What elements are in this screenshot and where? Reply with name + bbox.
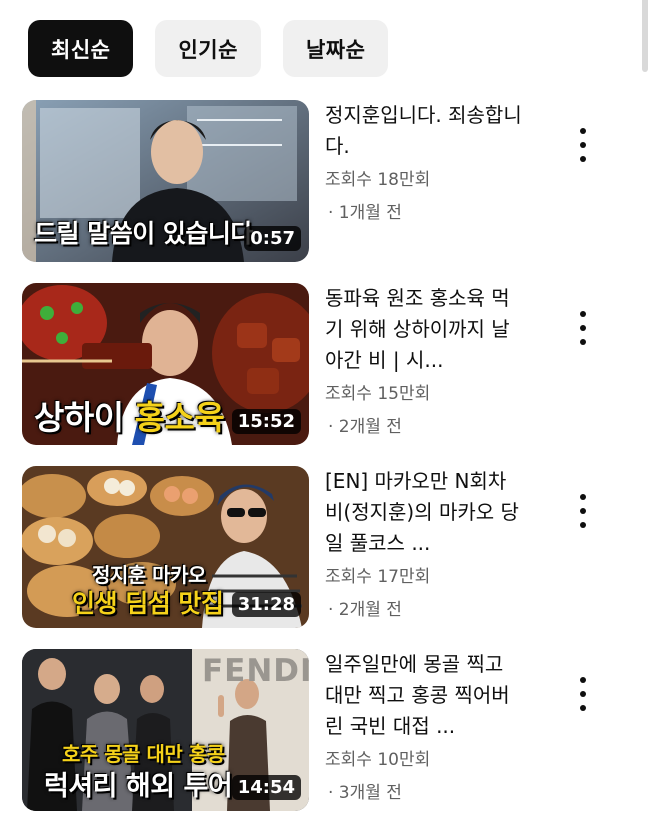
thumbnail-text-highlight: 인생 딤섬 맛집	[72, 589, 224, 618]
view-count: 조회수 18만회	[325, 170, 431, 190]
upload-date: · 2개월 전	[328, 417, 402, 437]
video-info: 동파육 원조 홍소육 먹기 위해 상하이까지 날아간 비 | 시... 조회수 …	[325, 283, 525, 437]
video-title[interactable]: 동파육 원조 홍소육 먹기 위해 상하이까지 날아간 비 | 시...	[325, 283, 525, 376]
video-item[interactable]: FENDI 호주 몽골 대만 홍콩 럭셔리 해외 투어 14:54 일주일만에 …	[22, 649, 634, 811]
video-item[interactable]: 드릴 말씀이 있습니다 0:57 정지훈입니다. 죄송합니다. 조회수 18만회…	[22, 100, 634, 262]
more-vert-icon[interactable]	[573, 311, 593, 345]
video-info: [EN] 마카오만 N회차 비(정지훈)의 마카오 당일 풀코스 ... 조회수…	[325, 466, 525, 620]
video-item[interactable]: 정지훈 마카오 인생 딤섬 맛집 31:28 [EN] 마카오만 N회차 비(정…	[22, 466, 634, 628]
thumbnail-text-highlight: 호주 몽골 대만 홍콩	[62, 742, 225, 766]
view-count: 조회수 17만회	[325, 567, 431, 587]
more-vert-icon[interactable]	[573, 494, 593, 528]
sort-chips: 최신순 인기순 날짜순	[28, 20, 389, 77]
upload-date: · 1개월 전	[328, 203, 402, 223]
video-item[interactable]: 상하이 홍소육 15:52 동파육 원조 홍소육 먹기 위해 상하이까지 날아간…	[22, 283, 634, 445]
scrollbar[interactable]	[642, 0, 648, 72]
more-vert-icon[interactable]	[573, 128, 593, 162]
chip-date[interactable]: 날짜순	[282, 20, 389, 77]
thumbnail-text: 상하이 홍소육	[34, 398, 225, 437]
more-vert-icon[interactable]	[573, 677, 593, 711]
video-title[interactable]: [EN] 마카오만 N회차 비(정지훈)의 마카오 당일 풀코스 ...	[325, 466, 525, 559]
duration-badge: 14:54	[231, 775, 301, 800]
video-info: 일주일만에 몽골 찍고 대만 찍고 홍콩 찍어버린 국빈 대접 ... 조회수 …	[325, 649, 525, 803]
duration-badge: 15:52	[231, 409, 301, 434]
brand-text: FENDI	[202, 653, 309, 689]
duration-badge: 0:57	[244, 226, 301, 251]
view-count: 조회수 10만회	[325, 750, 431, 770]
thumbnail-text-highlight: 홍소육	[134, 398, 225, 437]
chip-popular[interactable]: 인기순	[155, 20, 261, 77]
video-title[interactable]: 정지훈입니다. 죄송합니다.	[325, 100, 525, 162]
upload-date: · 3개월 전	[328, 783, 402, 803]
thumbnail-text: 럭셔리 해외 투어	[44, 771, 233, 802]
thumbnail-text: 드릴 말씀이 있습니다	[34, 219, 253, 248]
video-thumbnail[interactable]: 상하이 홍소육 15:52	[22, 283, 309, 445]
upload-date: · 2개월 전	[328, 600, 402, 620]
video-thumbnail[interactable]: FENDI 호주 몽골 대만 홍콩 럭셔리 해외 투어 14:54	[22, 649, 309, 811]
chip-latest[interactable]: 최신순	[28, 20, 134, 77]
video-info: 정지훈입니다. 죄송합니다. 조회수 18만회 · 1개월 전	[325, 100, 525, 223]
video-thumbnail[interactable]: 드릴 말씀이 있습니다 0:57	[22, 100, 309, 262]
duration-badge: 31:28	[231, 592, 301, 617]
video-thumbnail[interactable]: 정지훈 마카오 인생 딤섬 맛집 31:28	[22, 466, 309, 628]
video-title[interactable]: 일주일만에 몽골 찍고 대만 찍고 홍콩 찍어버린 국빈 대접 ...	[325, 649, 525, 742]
view-count: 조회수 15만회	[325, 384, 431, 404]
